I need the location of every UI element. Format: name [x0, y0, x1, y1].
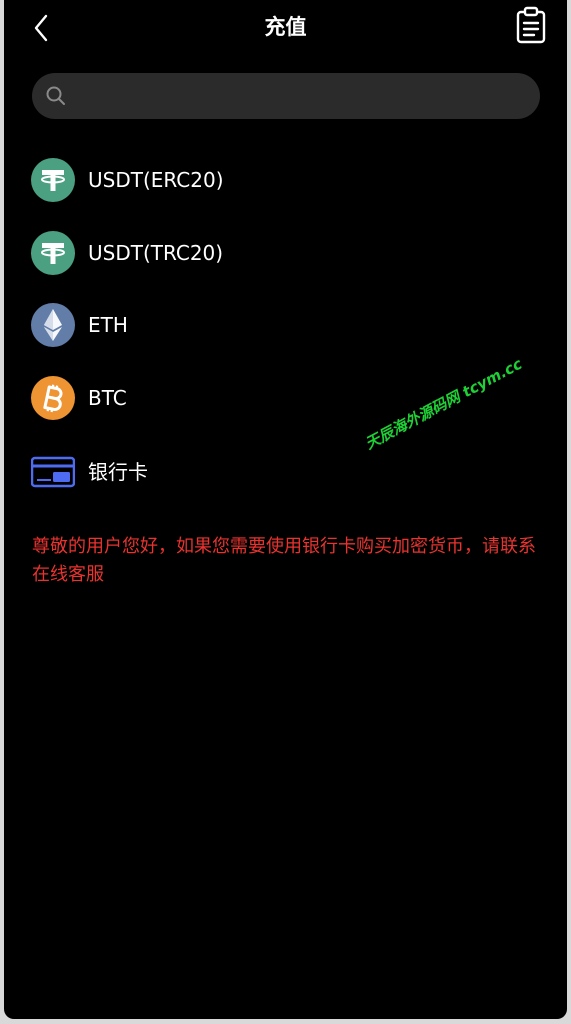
search-bar[interactable]	[32, 73, 540, 119]
currency-item-usdt-erc20[interactable]: USDT(ERC20)	[4, 150, 567, 210]
currency-item-eth[interactable]: ETH	[4, 295, 567, 355]
ethereum-icon	[31, 303, 75, 347]
search-icon	[46, 86, 65, 105]
clipboard-icon	[516, 6, 546, 44]
currency-label: USDT(TRC20)	[88, 241, 224, 265]
bank-card-icon	[31, 456, 75, 488]
records-button[interactable]	[515, 6, 547, 44]
currency-label: USDT(ERC20)	[88, 168, 224, 192]
top-bar: 充值	[4, 0, 567, 56]
currency-label: 银行卡	[88, 460, 148, 484]
currency-item-bank-card[interactable]: 银行卡	[4, 442, 567, 502]
phone-screen: 充值 USDT(ERC20) USDT(TRC20) ETH BTC 银行卡 尊…	[4, 0, 567, 1019]
search-input[interactable]	[67, 73, 540, 119]
bitcoin-icon	[31, 376, 75, 420]
currency-item-usdt-trc20[interactable]: USDT(TRC20)	[4, 223, 567, 283]
bank-card-notice: 尊敬的用户您好，如果您需要使用银行卡购买加密货币，请联系在线客服	[32, 536, 536, 585]
currency-label: ETH	[88, 313, 128, 337]
currency-label: BTC	[88, 386, 127, 410]
tether-icon	[31, 158, 75, 202]
page-title: 充值	[264, 15, 307, 39]
tether-icon	[31, 231, 75, 275]
